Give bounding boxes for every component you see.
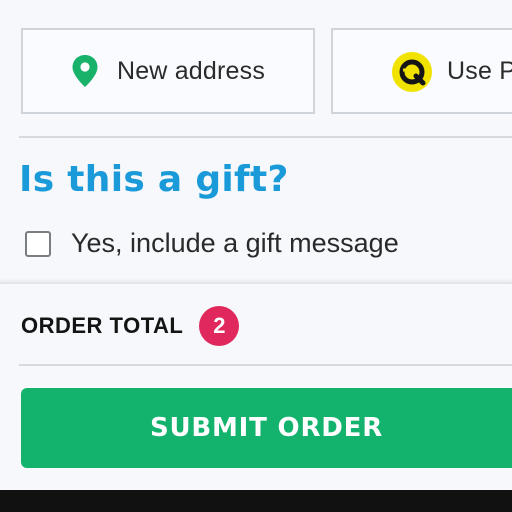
bottom-edge-bar — [0, 490, 512, 512]
order-total-row[interactable]: ORDER TOTAL 2 — [21, 306, 240, 346]
pickup-label: Use P — [447, 56, 512, 85]
gift-section-title: Is this a gift? — [19, 159, 289, 200]
new-address-option[interactable]: New address — [21, 28, 315, 114]
gift-message-checkbox[interactable] — [25, 230, 51, 257]
section-divider — [19, 136, 512, 138]
map-pin-icon — [72, 55, 98, 87]
pickup-option[interactable]: Use P — [331, 28, 512, 114]
item-count-badge: 2 — [199, 306, 240, 346]
order-total-label: ORDER TOTAL — [21, 313, 184, 338]
pickup-point-icon — [392, 52, 432, 92]
order-divider — [19, 364, 512, 366]
new-address-label: New address — [116, 56, 266, 85]
submit-order-button[interactable]: SUBMIT ORDER — [21, 388, 512, 468]
gift-message-label: Yes, include a gift message — [71, 228, 399, 258]
gift-message-option[interactable]: Yes, include a gift message — [25, 228, 399, 259]
